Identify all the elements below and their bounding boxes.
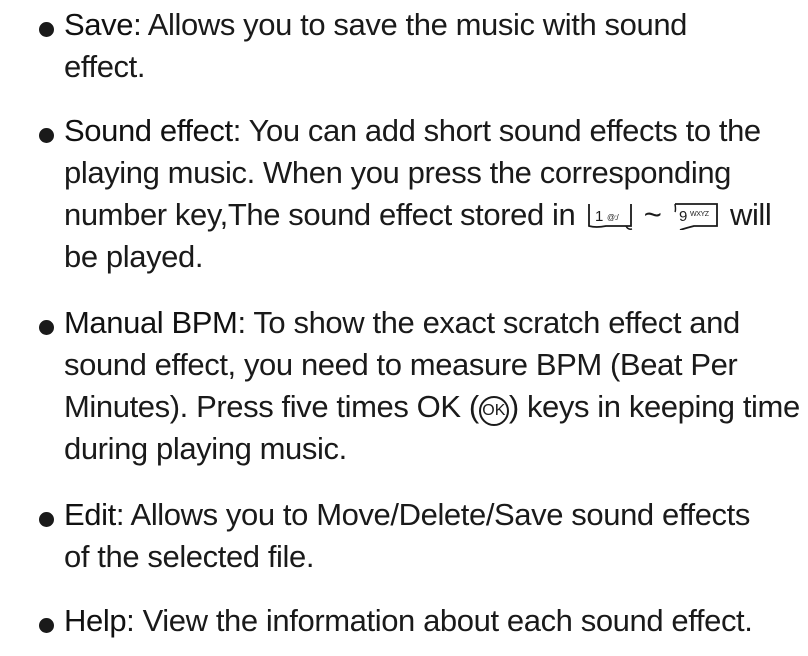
term-save: Save — [64, 7, 134, 42]
item-text: Edit: Allows you to Move/Delete/Save sou… — [64, 494, 754, 578]
term-sound-effect: Sound effect — [64, 113, 233, 148]
bullet-dot — [39, 22, 54, 37]
term-manual-bpm: Manual BPM — [64, 305, 238, 340]
key-1-icon: 1 @:/ — [586, 202, 634, 230]
item-text: Help: View the information about each so… — [64, 600, 808, 642]
bullet-dot — [39, 128, 54, 143]
description-help: : View the information about each sound … — [126, 603, 753, 638]
list-item-help: Help: View the information about each so… — [20, 600, 805, 642]
bullet-dot — [39, 618, 54, 633]
term-edit: Edit — [64, 497, 116, 532]
description-save: : Allows you to save the music with soun… — [64, 7, 687, 84]
item-text: Save: Allows you to save the music with … — [64, 4, 764, 88]
list-item-sound-effect: Sound effect: You can add short sound ef… — [20, 110, 805, 278]
key-9-letters: WXYZ — [690, 211, 710, 218]
list-item-save: Save: Allows you to save the music with … — [20, 4, 805, 88]
description-edit: : Allows you to Move/Delete/Save sound e… — [64, 497, 750, 574]
manual-page: Save: Allows you to save the music with … — [0, 0, 808, 656]
key-9-digit: 9 — [679, 208, 687, 225]
key-separator: ~ — [643, 197, 662, 232]
key-9-icon: 9 WXYZ — [672, 202, 720, 230]
key-1-digit: 1 — [595, 208, 603, 225]
term-help: Help — [64, 603, 127, 638]
bullet-dot — [39, 512, 54, 527]
key-1-letters: @:/ — [607, 213, 620, 222]
ok-key-icon: OK — [478, 396, 509, 426]
list-item-manual-bpm: Manual BPM: To show the exact scratch ef… — [20, 302, 805, 470]
item-text: Manual BPM: To show the exact scratch ef… — [64, 302, 806, 470]
list-item-edit: Edit: Allows you to Move/Delete/Save sou… — [20, 494, 805, 578]
bullet-dot — [39, 320, 54, 335]
item-text: Sound effect: You can add short sound ef… — [64, 110, 774, 278]
